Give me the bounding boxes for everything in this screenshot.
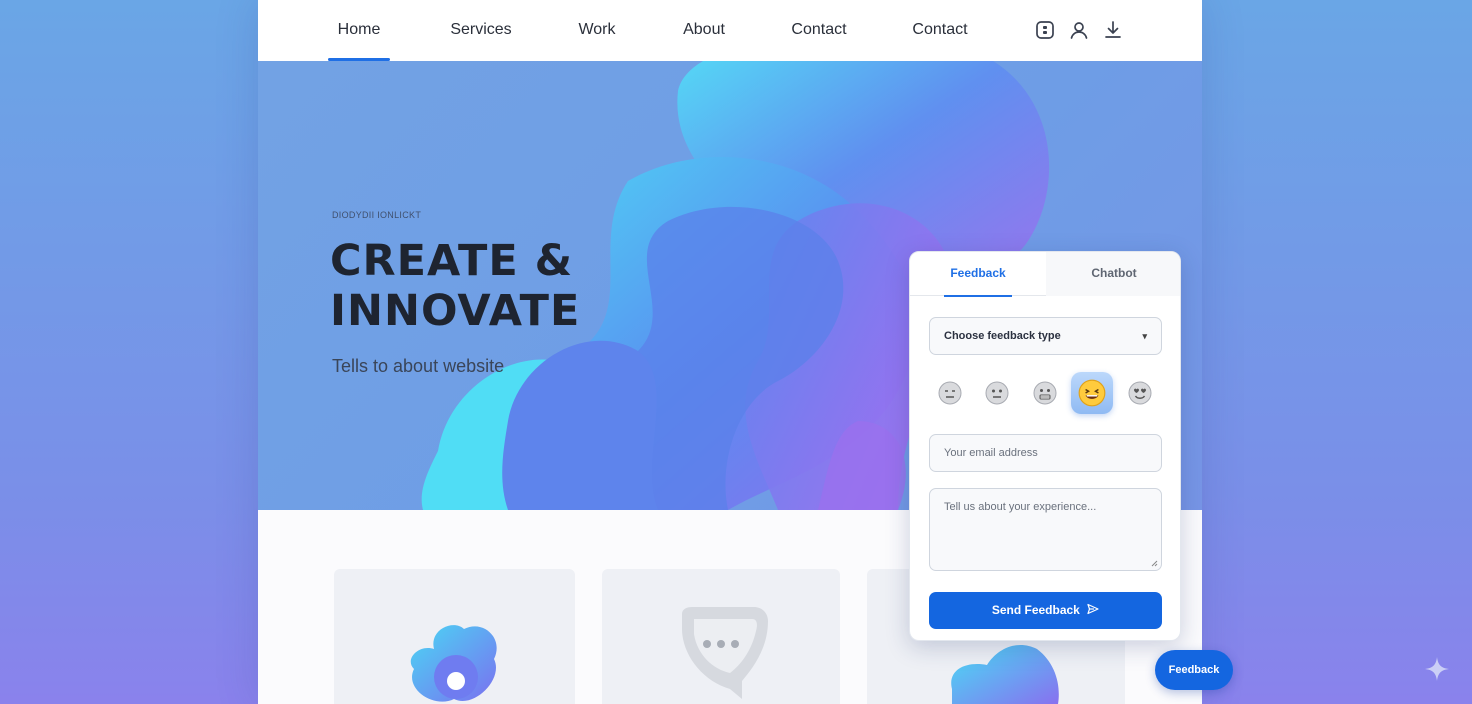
tab-feedback[interactable]: Feedback xyxy=(910,252,1046,297)
experience-textarea[interactable]: Tell us about your experience... xyxy=(929,488,1162,571)
feature-card[interactable] xyxy=(334,569,575,704)
experience-placeholder: Tell us about your experience... xyxy=(944,501,1097,513)
hero-subtitle: Tells to about website xyxy=(332,356,505,376)
resize-handle-icon[interactable] xyxy=(1150,559,1158,567)
send-feedback-label: Send Feedback xyxy=(991,603,1080,617)
send-feedback-button[interactable]: Send Feedback xyxy=(929,592,1162,629)
blob-flower-icon xyxy=(410,625,497,702)
nav-about[interactable]: About xyxy=(676,0,732,61)
rating-grimace-icon[interactable] xyxy=(1024,372,1066,414)
nav-work[interactable]: Work xyxy=(572,0,622,61)
top-navigation: Home Services Work About Contact Contact xyxy=(258,0,1202,61)
hero-eyebrow: DIODYDII IONLICKT xyxy=(332,210,422,220)
sparkle-icon xyxy=(1425,657,1449,681)
rating-expressionless-icon[interactable] xyxy=(929,372,971,414)
hero-title-line-2: INNOVATE xyxy=(330,286,581,336)
feedback-fab-button[interactable]: Feedback xyxy=(1155,650,1233,690)
nav-contact-2[interactable]: Contact xyxy=(907,0,973,61)
tab-chatbot[interactable]: Chatbot xyxy=(1046,252,1180,296)
chevron-down-icon: ▾ xyxy=(1142,331,1147,341)
nav-services[interactable]: Services xyxy=(446,0,516,61)
nav-contact[interactable]: Contact xyxy=(786,0,852,61)
chat-bubble-icon xyxy=(682,607,768,699)
feature-card[interactable] xyxy=(602,569,840,704)
hero-title-line-1: CREATE & xyxy=(330,236,574,286)
rating-laughing-icon[interactable] xyxy=(1071,372,1113,414)
rating-heart-eyes-icon[interactable] xyxy=(1119,372,1161,414)
app-square-icon[interactable] xyxy=(1034,19,1056,41)
user-icon[interactable] xyxy=(1068,19,1090,41)
download-icon[interactable] xyxy=(1102,19,1124,41)
send-arrow-icon xyxy=(1087,603,1099,615)
hero-title: CREATE & INNOVATE xyxy=(330,236,650,336)
rating-neutral-icon[interactable] xyxy=(976,372,1018,414)
emoji-rating xyxy=(929,372,1162,414)
feedback-widget: Feedback Chatbot Choose feedback type ▾ … xyxy=(909,251,1181,641)
widget-tabs: Feedback Chatbot xyxy=(910,252,1180,297)
feedback-type-value: Choose feedback type xyxy=(944,330,1061,342)
email-field[interactable]: Your email address xyxy=(929,434,1162,472)
nav-home[interactable]: Home xyxy=(328,0,390,61)
feedback-type-select[interactable]: Choose feedback type ▾ xyxy=(929,317,1162,355)
